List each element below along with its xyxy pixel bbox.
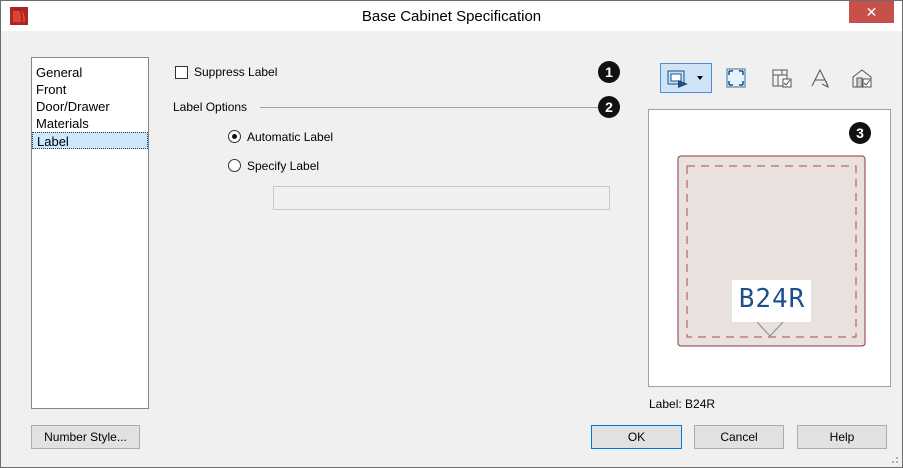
close-button[interactable]: ✕ xyxy=(849,1,894,23)
label-options-heading: Label Options xyxy=(173,100,248,114)
callout-3: 3 xyxy=(849,122,871,144)
elevation-view-icon[interactable] xyxy=(805,63,835,93)
dialog-window: Base Cabinet Specification ✕ General Fro… xyxy=(0,0,903,468)
category-list[interactable]: General Front Door/Drawer Materials Labe… xyxy=(31,57,149,409)
suppress-label-text: Suppress Label xyxy=(194,65,278,79)
specify-label-text: Specify Label xyxy=(247,159,320,173)
radio-selected-dot xyxy=(232,134,237,139)
nav-item-door-drawer[interactable]: Door/Drawer xyxy=(32,98,148,115)
title-bar: Base Cabinet Specification ✕ xyxy=(1,1,902,31)
camera-view-dropdown-icon[interactable] xyxy=(660,63,712,93)
automatic-label-radio[interactable] xyxy=(228,130,241,143)
window-title: Base Cabinet Specification xyxy=(361,8,542,25)
suppress-label-checkbox[interactable] xyxy=(175,66,188,79)
cabinet-preview xyxy=(677,155,866,347)
resize-grip-icon[interactable] xyxy=(889,454,899,464)
cancel-button[interactable]: Cancel xyxy=(694,425,784,449)
fill-window-icon[interactable] xyxy=(721,63,751,93)
preview-caption: Label: B24R xyxy=(649,397,716,411)
number-style-button[interactable]: Number Style... xyxy=(31,425,140,449)
nav-item-label[interactable]: Label xyxy=(32,132,148,149)
preview-pane: 3 B24R xyxy=(648,109,891,387)
specify-label-radio[interactable] xyxy=(228,159,241,172)
specify-label-input[interactable] xyxy=(273,186,610,210)
automatic-label-text: Automatic Label xyxy=(247,130,334,144)
callout-2: 2 xyxy=(598,96,620,118)
help-button[interactable]: Help xyxy=(797,425,887,449)
ok-button[interactable]: OK xyxy=(591,425,682,449)
nav-item-materials[interactable]: Materials xyxy=(32,115,148,132)
nav-item-front[interactable]: Front xyxy=(32,81,148,98)
3d-view-icon[interactable] xyxy=(847,63,877,93)
group-divider xyxy=(260,107,604,108)
nav-item-general[interactable]: General xyxy=(32,64,148,81)
plan-view-icon[interactable] xyxy=(767,63,797,93)
callout-1: 1 xyxy=(598,61,620,83)
cabinet-label-text: B24R xyxy=(738,284,806,314)
